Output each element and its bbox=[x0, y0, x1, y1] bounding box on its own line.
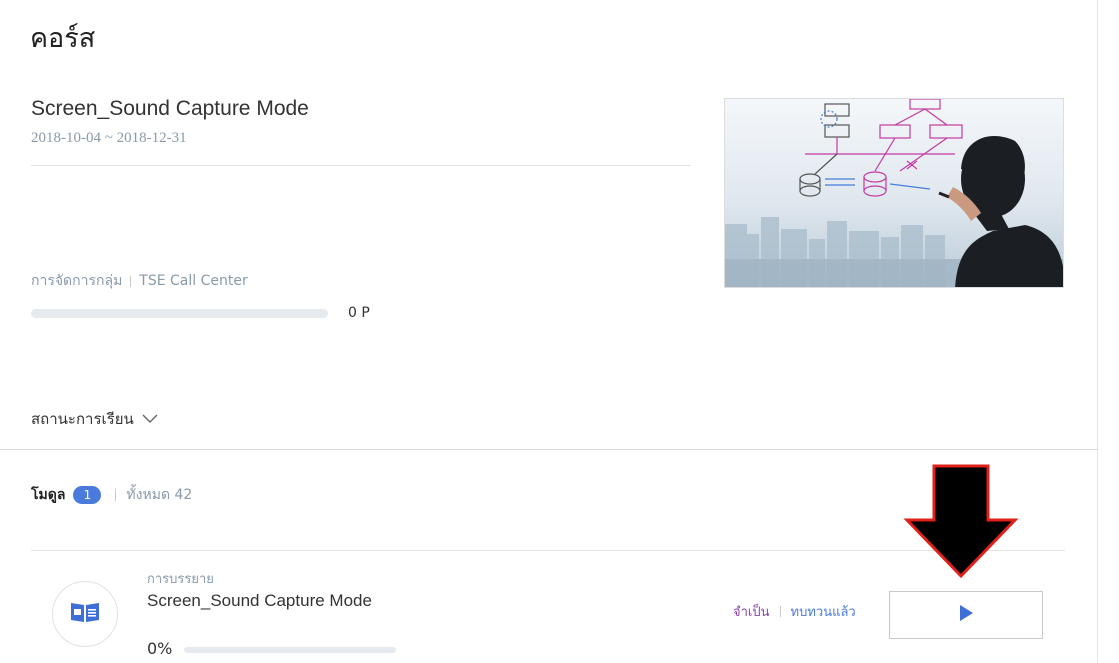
play-button[interactable] bbox=[889, 591, 1043, 639]
module-total: ทั้งหมด 42 bbox=[126, 487, 193, 503]
divider bbox=[31, 165, 691, 166]
lesson-title[interactable]: Screen_Sound Capture Mode bbox=[147, 591, 372, 611]
whiteboard-photo bbox=[725, 99, 1063, 287]
section-divider bbox=[0, 449, 1098, 450]
book-icon bbox=[69, 601, 101, 627]
module-label: โมดูล bbox=[31, 487, 66, 503]
separator bbox=[779, 606, 781, 617]
course-points: 0 P bbox=[348, 305, 370, 321]
learning-status-label: สถานะการเรียน bbox=[31, 410, 134, 428]
lesson-tags: จำเป็น ทบทวนแล้ว bbox=[733, 601, 856, 622]
separator bbox=[115, 489, 117, 501]
tag-reviewed: ทบทวนแล้ว bbox=[790, 605, 856, 620]
course-progress-bar bbox=[31, 309, 328, 318]
group-name: TSE Call Center bbox=[139, 273, 248, 289]
play-icon bbox=[957, 604, 975, 626]
lesson-type: การบรรยาย bbox=[147, 572, 214, 587]
module-header: โมดูล 1 ทั้งหมด 42 bbox=[31, 484, 192, 506]
page-title: คอร์ส bbox=[30, 23, 96, 54]
lesson-progress-bar bbox=[184, 647, 396, 653]
learning-status-toggle[interactable]: สถานะการเรียน bbox=[31, 407, 158, 431]
down-arrow-annotation-icon bbox=[903, 464, 1019, 580]
course-thumbnail bbox=[724, 98, 1064, 288]
lesson-type-icon-wrap bbox=[52, 581, 118, 647]
course-date-range: 2018-10-04 ~ 2018-12-31 bbox=[31, 130, 187, 146]
group-label: การจัดการกลุ่ม bbox=[31, 273, 123, 289]
separator bbox=[130, 275, 132, 287]
course-title: Screen_Sound Capture Mode bbox=[31, 97, 309, 120]
lesson-percent: 0% bbox=[147, 639, 173, 658]
course-group: การจัดการกลุ่ม TSE Call Center bbox=[31, 270, 248, 292]
tag-required: จำเป็น bbox=[733, 605, 770, 620]
module-count-badge: 1 bbox=[73, 486, 102, 504]
chevron-down-icon bbox=[142, 410, 158, 428]
